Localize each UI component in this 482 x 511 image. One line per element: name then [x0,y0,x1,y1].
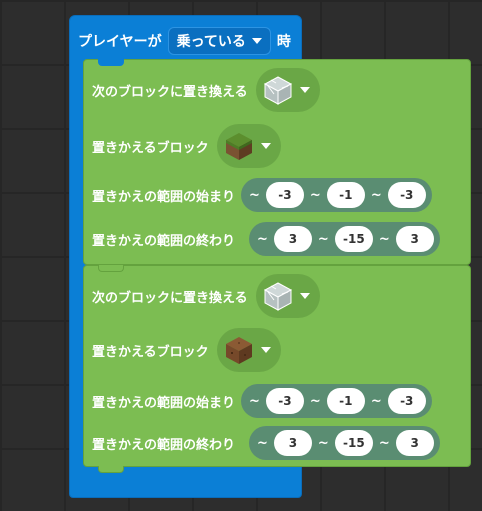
range-end-coords: ~ 3 ~ -15 ~ 3 [249,222,440,256]
replace-with-block-picker[interactable] [255,68,320,112]
tilde-label: ~ [257,435,268,451]
tilde-label: ~ [257,231,268,247]
range-end-label: 置きかえの範囲の終わり [92,233,236,249]
range-end-row: 置きかえの範囲の終わり ~ 3 ~ -15 ~ 3 [92,222,440,256]
chevron-down-icon [260,143,271,149]
start-y-input[interactable]: -1 [326,388,365,414]
glass-block-icon [263,76,292,105]
replace-block-command[interactable]: 次のブロックに置き換える 置きかえるブロック 置きかえの範囲の始まり ~ -3 … [83,265,471,473]
replace-with-block-picker[interactable] [255,274,320,318]
tilde-label: ~ [309,187,321,203]
range-start-label: 置きかえの範囲の始まり [92,395,236,411]
start-x-input[interactable]: -3 [265,182,304,208]
tilde-label: ~ [309,393,321,409]
target-block-label: 置きかえるブロック [92,344,209,360]
start-z-input[interactable]: -3 [387,182,426,208]
replace-block-command[interactable]: 次のブロックに置き換える 置きかえるブロック 置きかえの範囲の始まり ~ -3 … [83,59,471,265]
tilde-label: ~ [378,231,390,247]
event-prefix-label: プレイヤーが [78,34,162,50]
start-x-input[interactable]: -3 [265,388,304,414]
start-y-input[interactable]: -1 [326,182,365,208]
tilde-label: ~ [317,435,329,451]
range-end-coords: ~ 3 ~ -15 ~ 3 [249,426,440,460]
target-block-row: 置きかえるブロック [92,328,281,372]
chevron-down-icon [299,293,310,299]
tilde-label: ~ [378,435,390,451]
grass-block-icon [225,133,252,160]
event-suffix-label: 時 [276,34,291,50]
block-notch [98,265,124,272]
range-start-row: 置きかえの範囲の始まり ~ -3 ~ -1 ~ -3 [92,384,432,418]
tilde-label: ~ [249,393,260,409]
replace-with-row: 次のブロックに置き換える [92,274,320,318]
block-bottom-notch [98,466,124,473]
tilde-label: ~ [370,393,382,409]
event-header: プレイヤーが 乗っている 時 [78,26,291,56]
replace-with-label: 次のブロックに置き換える [92,84,248,100]
end-y-input[interactable]: -15 [334,430,373,456]
ride-state-value: 乗っている [176,34,246,50]
range-start-coords: ~ -3 ~ -1 ~ -3 [241,384,432,418]
tilde-label: ~ [249,187,260,203]
tilde-label: ~ [370,187,382,203]
end-z-input[interactable]: 3 [395,226,434,252]
glass-block-icon [263,282,292,311]
chevron-down-icon [251,38,262,44]
target-block-picker[interactable] [216,328,281,372]
target-block-picker[interactable] [216,124,281,168]
replace-with-label: 次のブロックに置き換える [92,290,248,306]
chevron-down-icon [260,347,271,353]
range-start-row: 置きかえの範囲の始まり ~ -3 ~ -1 ~ -3 [92,178,432,212]
replace-with-row: 次のブロックに置き換える [92,68,320,112]
range-start-coords: ~ -3 ~ -1 ~ -3 [241,178,432,212]
range-end-label: 置きかえの範囲の終わり [92,437,236,453]
block-notch [98,59,124,66]
target-block-row: 置きかえるブロック [92,124,281,168]
target-block-label: 置きかえるブロック [92,140,209,156]
tilde-label: ~ [317,231,329,247]
start-z-input[interactable]: -3 [387,388,426,414]
dirt-block-icon [225,337,252,364]
range-end-row: 置きかえの範囲の終わり ~ 3 ~ -15 ~ 3 [92,426,440,460]
range-start-label: 置きかえの範囲の始まり [92,189,236,205]
chevron-down-icon [299,87,310,93]
ride-state-dropdown[interactable]: 乗っている [167,27,271,55]
end-y-input[interactable]: -15 [334,226,373,252]
end-x-input[interactable]: 3 [273,226,312,252]
end-z-input[interactable]: 3 [395,430,434,456]
end-x-input[interactable]: 3 [273,430,312,456]
